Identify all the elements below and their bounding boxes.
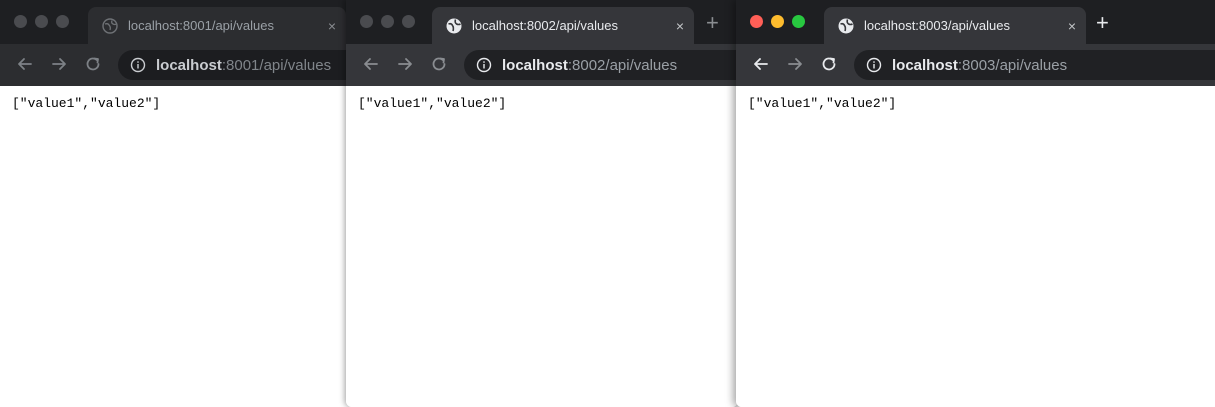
arrow-left-icon[interactable] bbox=[752, 55, 770, 73]
globe-icon bbox=[838, 18, 854, 33]
json-response: ["value1","value2"] bbox=[12, 96, 161, 111]
arrow-left-icon[interactable] bbox=[362, 55, 380, 73]
url-path: :8002/api/values bbox=[567, 56, 678, 74]
info-icon[interactable] bbox=[476, 57, 492, 73]
toolbar: localhost:8002/api/values bbox=[346, 44, 738, 86]
new-tab-button[interactable]: + bbox=[706, 12, 719, 34]
globe-icon bbox=[102, 17, 118, 34]
url-host: localhost bbox=[892, 56, 958, 74]
json-response: ["value1","value2"] bbox=[748, 96, 897, 111]
globe-icon bbox=[446, 18, 462, 33]
minimize-window-button[interactable] bbox=[35, 15, 48, 28]
address-bar[interactable]: localhost:8002/api/values bbox=[464, 50, 738, 80]
url-path: :8001/api/values bbox=[221, 56, 332, 74]
maximize-window-button[interactable] bbox=[56, 15, 69, 28]
info-icon[interactable] bbox=[130, 57, 146, 73]
window-controls bbox=[750, 15, 805, 28]
reload-icon[interactable] bbox=[430, 55, 448, 73]
close-window-button[interactable] bbox=[360, 15, 373, 28]
close-window-button[interactable] bbox=[14, 15, 27, 28]
close-icon[interactable]: × bbox=[328, 18, 336, 34]
toolbar: localhost:8001/api/values bbox=[0, 44, 346, 86]
info-icon[interactable] bbox=[866, 57, 882, 73]
browser-window-8003: localhost:8003/api/values × + localhost:… bbox=[736, 0, 1215, 407]
reload-icon[interactable] bbox=[84, 55, 102, 73]
toolbar: localhost:8003/api/values bbox=[736, 44, 1215, 86]
browser-tab[interactable]: localhost:8003/api/values × bbox=[824, 7, 1086, 44]
close-icon[interactable]: × bbox=[676, 18, 684, 34]
title-bar: localhost:8001/api/values × bbox=[0, 0, 346, 44]
url-text: localhost:8002/api/values bbox=[502, 57, 677, 74]
reload-icon[interactable] bbox=[820, 55, 838, 73]
tab-title: localhost:8001/api/values bbox=[128, 18, 274, 33]
browser-tab[interactable]: localhost:8001/api/values × bbox=[88, 7, 346, 44]
url-path: :8003/api/values bbox=[957, 56, 1068, 74]
address-bar[interactable]: localhost:8001/api/values bbox=[118, 50, 346, 80]
page-content: ["value1","value2"] bbox=[0, 86, 346, 407]
browser-window-8001: localhost:8001/api/values × localhost:80… bbox=[0, 0, 346, 407]
tab-title: localhost:8003/api/values bbox=[864, 18, 1010, 33]
title-bar: localhost:8002/api/values × + bbox=[346, 0, 738, 44]
browser-window-8002: localhost:8002/api/values × + localhost:… bbox=[346, 0, 738, 407]
new-tab-button[interactable]: + bbox=[1096, 12, 1109, 34]
url-text: localhost:8003/api/values bbox=[892, 57, 1067, 74]
arrow-right-icon[interactable] bbox=[396, 55, 414, 73]
json-response: ["value1","value2"] bbox=[358, 96, 507, 111]
browser-tab[interactable]: localhost:8002/api/values × bbox=[432, 7, 694, 44]
maximize-window-button[interactable] bbox=[402, 15, 415, 28]
window-controls bbox=[14, 15, 69, 28]
page-content: ["value1","value2"] bbox=[346, 86, 738, 407]
tab-title: localhost:8002/api/values bbox=[472, 18, 618, 33]
window-controls bbox=[360, 15, 415, 28]
minimize-window-button[interactable] bbox=[771, 15, 784, 28]
title-bar: localhost:8003/api/values × + bbox=[736, 0, 1215, 44]
arrow-right-icon[interactable] bbox=[50, 55, 68, 73]
arrow-right-icon[interactable] bbox=[786, 55, 804, 73]
address-bar[interactable]: localhost:8003/api/values bbox=[854, 50, 1215, 80]
maximize-window-button[interactable] bbox=[792, 15, 805, 28]
close-icon[interactable]: × bbox=[1068, 18, 1076, 34]
page-content: ["value1","value2"] bbox=[736, 86, 1215, 407]
url-host: localhost bbox=[502, 56, 568, 74]
url-host: localhost bbox=[156, 56, 222, 74]
minimize-window-button[interactable] bbox=[381, 15, 394, 28]
arrow-left-icon[interactable] bbox=[16, 55, 34, 73]
close-window-button[interactable] bbox=[750, 15, 763, 28]
url-text: localhost:8001/api/values bbox=[156, 57, 331, 74]
